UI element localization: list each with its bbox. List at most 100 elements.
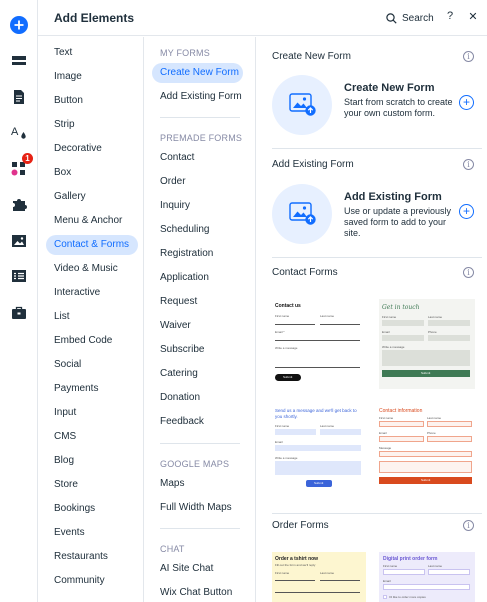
contact-form-template-4[interactable]: Contact information First name Last name… [379,405,475,491]
sub-item-full-width-maps[interactable]: Full Width Maps [152,498,243,518]
template-title: Contact us [275,303,301,309]
section-title-add-existing-form: Add Existing Form [272,159,354,170]
category-contact-forms[interactable]: Contact & Forms [46,235,138,255]
sub-item-wix-chat-button[interactable]: Wix Chat Button [152,583,243,602]
field-label: Last name [428,564,443,568]
category-cms[interactable]: CMS [46,427,138,447]
info-icon[interactable]: i [463,267,474,278]
section-title-create-new-form: Create New Form [272,51,351,62]
info-icon[interactable]: i [463,51,474,62]
sections-button[interactable] [7,49,31,73]
elements-content: Create New Form i Create New Form Start … [257,37,487,602]
cms-button[interactable] [7,264,31,288]
media-button[interactable] [7,229,31,253]
category-social[interactable]: Social [46,355,138,375]
section-heading-chat: CHAT [160,544,185,554]
field-label: Last name [427,416,442,420]
divider [272,257,482,258]
sub-item-registration[interactable]: Registration [152,244,243,264]
puzzle-icon [13,199,27,211]
category-decorative[interactable]: Decorative [46,139,138,159]
order-form-template-1[interactable]: Order a tshirt now Fill out the form and… [272,552,366,602]
category-button[interactable]: Button [46,91,138,111]
contact-form-template-3[interactable]: Send us a message and we'll get back to … [272,405,368,491]
category-box[interactable]: Box [46,163,138,183]
add-apps-button[interactable]: 1 [7,153,33,181]
sub-item-scheduling[interactable]: Scheduling [152,220,243,240]
portfolio-button[interactable] [7,301,31,325]
cms-icon [12,270,26,282]
add-plus-icon[interactable]: + [459,204,474,219]
contact-form-template-1[interactable]: Contact us First name Last name Email * … [272,299,368,389]
category-events[interactable]: Events [46,523,138,543]
sub-item-request[interactable]: Request [152,292,243,312]
search-label: Search [402,12,434,24]
order-form-template-2[interactable]: Digital print order form First name Last… [379,552,475,602]
contact-form-template-2[interactable]: Get in touch First name Last name Email … [379,299,475,389]
category-menu-anchor[interactable]: Menu & Anchor [46,211,138,231]
field-label: Last name [320,571,335,575]
site-design-button[interactable]: A [7,120,31,144]
add-elements-button[interactable] [7,13,31,37]
sub-item-catering[interactable]: Catering [152,364,243,384]
template-button: Submit [314,481,324,485]
category-payments[interactable]: Payments [46,379,138,399]
category-text[interactable]: Text [46,43,138,63]
category-image[interactable]: Image [46,67,138,87]
card-description: Start from scratch to create your own cu… [344,97,453,118]
field-label: First name [382,315,397,319]
add-icon [10,16,28,34]
field-label: Message [379,446,392,450]
search-button[interactable]: Search [386,10,434,26]
sub-item-donation[interactable]: Donation [152,388,243,408]
field-label: Email [382,330,390,334]
sub-item-ai-site-chat[interactable]: AI Site Chat [152,559,243,579]
search-icon [386,12,397,24]
field-label: Write a message [275,346,298,350]
sub-item-create-new-form[interactable]: Create New Form [152,63,243,83]
template-button: Submit [283,375,293,379]
field-label: Phone [428,330,437,334]
divider [272,148,482,149]
notification-badge: 1 [22,153,33,164]
category-gallery[interactable]: Gallery [46,187,138,207]
add-plus-icon[interactable]: + [459,95,474,110]
create-new-form-card[interactable]: Create New Form Start from scratch to cr… [272,75,477,135]
category-restaurants[interactable]: Restaurants [46,547,138,567]
sub-item-feedback[interactable]: Feedback [152,412,243,432]
category-store[interactable]: Store [46,475,138,495]
card-description: Use or update a previously saved form to… [344,206,452,238]
sub-item-order[interactable]: Order [152,172,243,192]
divider [160,528,240,529]
close-icon[interactable]: ✕ [466,10,480,23]
sub-item-contact[interactable]: Contact [152,148,243,168]
pages-button[interactable] [7,85,31,109]
help-icon[interactable]: ? [443,10,457,22]
business-tools-button[interactable] [7,193,31,217]
template-button: Submit [421,371,431,375]
info-icon[interactable]: i [463,159,474,170]
add-existing-form-card[interactable]: Add Existing Form Use or update a previo… [272,184,477,244]
category-embed-code[interactable]: Embed Code [46,331,138,351]
info-icon[interactable]: i [463,520,474,531]
template-title: Order a tshirt now [275,556,319,562]
sub-item-subscribe[interactable]: Subscribe [152,340,243,360]
form-thumbnail [272,184,332,244]
category-video-music[interactable]: Video & Music [46,259,138,279]
template-title: Digital print order form [383,556,438,562]
sub-item-inquiry[interactable]: Inquiry [152,196,243,216]
category-strip[interactable]: Strip [46,115,138,135]
category-input[interactable]: Input [46,403,138,423]
sub-item-application[interactable]: Application [152,268,243,288]
category-blog[interactable]: Blog [46,451,138,471]
category-bookings[interactable]: Bookings [46,499,138,519]
category-list[interactable]: List [46,307,138,327]
field-label: Email [275,440,283,444]
category-interactive[interactable]: Interactive [46,283,138,303]
category-community[interactable]: Community [46,571,138,591]
field-label: Write a message [382,345,405,349]
sub-item-add-existing-form[interactable]: Add Existing Form [152,87,243,107]
divider [160,443,240,444]
sub-item-waiver[interactable]: Waiver [152,316,243,336]
sub-item-maps[interactable]: Maps [152,474,243,494]
